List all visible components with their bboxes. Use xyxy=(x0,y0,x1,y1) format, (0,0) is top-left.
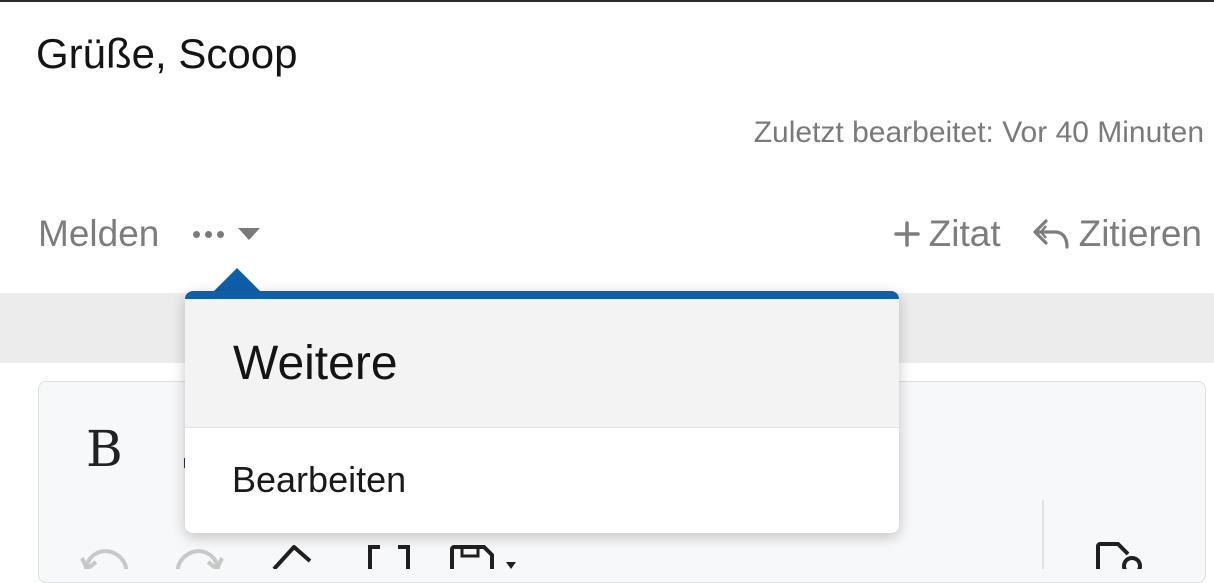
dropdown-pointer xyxy=(213,268,261,292)
report-link[interactable]: Melden xyxy=(38,213,159,255)
quote-reply-label: Zitieren xyxy=(1078,213,1202,254)
more-actions-toggle[interactable] xyxy=(193,228,261,240)
menu-header: Weitere xyxy=(185,299,899,428)
top-border xyxy=(0,0,1214,2)
bold-button[interactable]: B xyxy=(86,420,123,478)
more-dots-icon xyxy=(193,230,225,238)
preview-icon[interactable] xyxy=(1094,542,1146,569)
toolbar-divider xyxy=(1042,500,1044,569)
redo-icon[interactable] xyxy=(176,540,226,569)
eraser-icon[interactable] xyxy=(270,543,320,569)
post-actions-right: Zitat Zitieren xyxy=(893,210,1202,258)
caret-down-icon xyxy=(238,228,261,240)
plus-icon xyxy=(893,221,920,247)
multi-quote-label: Zitat xyxy=(928,213,1001,254)
multi-quote-button[interactable]: Zitat xyxy=(893,213,1001,255)
reply-icon xyxy=(1033,219,1069,249)
undo-icon[interactable] xyxy=(78,540,128,569)
save-draft-icon[interactable] xyxy=(450,545,530,569)
more-actions-menu: Weitere Bearbeiten xyxy=(185,291,899,533)
post-actions-left: Melden xyxy=(38,210,261,258)
menu-item-edit[interactable]: Bearbeiten xyxy=(185,428,899,532)
last-edited-text: Zuletzt bearbeitet: Vor 40 Minuten xyxy=(753,116,1204,149)
post-signature: Grüße, Scoop xyxy=(36,30,298,77)
brackets-icon[interactable] xyxy=(366,545,412,569)
quote-reply-button[interactable]: Zitieren xyxy=(1031,213,1202,255)
